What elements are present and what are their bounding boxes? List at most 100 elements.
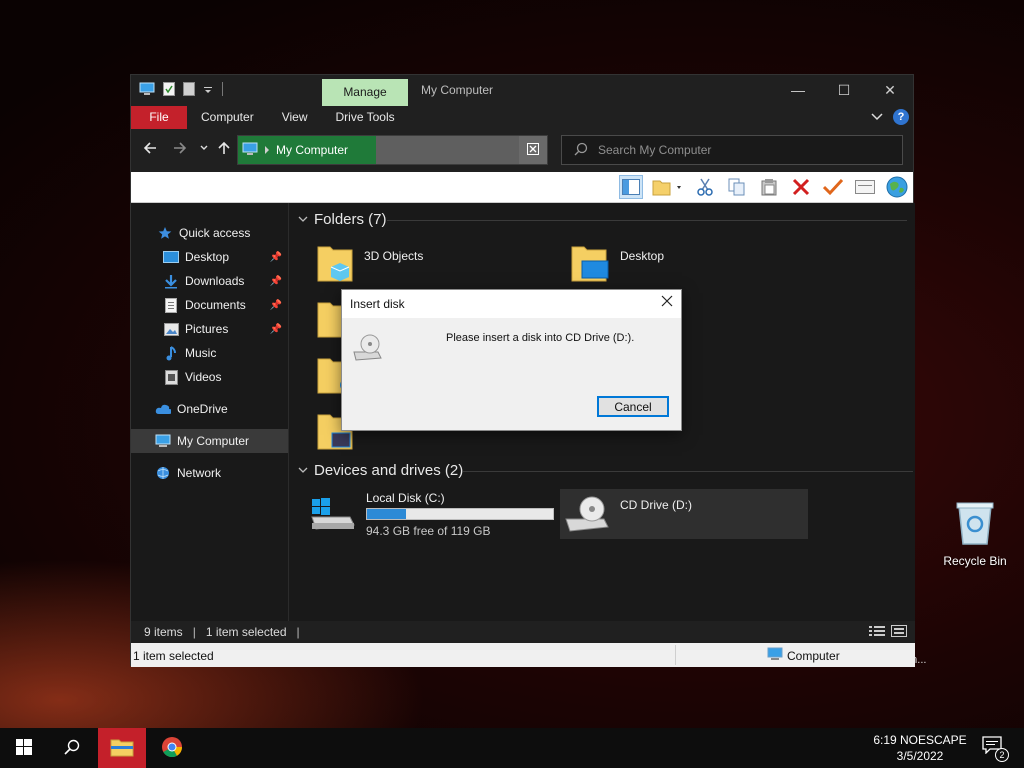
drive-usage-bar xyxy=(366,507,554,520)
toolbar-buttons xyxy=(619,175,909,199)
folders-pane-icon[interactable] xyxy=(619,175,643,199)
sidebar-item-downloads[interactable]: Downloads 📌 xyxy=(131,269,288,293)
folder-desktop[interactable]: Desktop xyxy=(570,241,664,286)
globe-icon[interactable] xyxy=(885,175,909,199)
pin-icon[interactable]: 📌 xyxy=(270,252,282,263)
start-button[interactable] xyxy=(0,728,48,768)
sidebar-item-label: Pictures xyxy=(185,322,229,336)
hard-drive-windows-icon xyxy=(310,495,356,534)
legacy-toolbar xyxy=(131,172,913,203)
drive-local-disk-c[interactable]: Local Disk (C:) 94.3 GB free of 119 GB xyxy=(310,489,554,539)
devices-group-header[interactable]: Devices and drives (2) xyxy=(298,462,914,479)
chevron-down-icon[interactable] xyxy=(298,465,308,476)
pin-icon[interactable]: 📌 xyxy=(270,300,282,311)
separator-icon xyxy=(221,82,225,99)
folders-group-header[interactable]: Folders (7) xyxy=(298,211,907,228)
up-arrow-icon[interactable] xyxy=(217,141,231,159)
recycle-bin-label: Recycle Bin xyxy=(943,554,1007,568)
back-arrow-icon[interactable] xyxy=(143,141,157,159)
help-button[interactable]: ? xyxy=(893,109,909,125)
forward-arrow-icon[interactable] xyxy=(173,141,187,159)
navigation-bar: My Computer xyxy=(131,129,913,172)
taskbar-file-explorer[interactable] xyxy=(98,728,146,768)
chrome-icon xyxy=(161,736,183,761)
maximize-button[interactable]: ☐ xyxy=(821,75,867,106)
drive-name: CD Drive (D:) xyxy=(620,498,692,512)
window-title: My Computer xyxy=(421,83,494,97)
system-clock[interactable]: 6:19 NOESCAPE 3/5/2022 xyxy=(868,732,972,764)
windows-logo-icon xyxy=(16,738,32,758)
copy-icon[interactable] xyxy=(725,175,749,199)
cut-icon[interactable] xyxy=(693,175,717,199)
folder-3d-objects[interactable]: 3D Objects xyxy=(316,241,423,286)
cancel-button[interactable]: Cancel xyxy=(597,396,669,417)
sidebar-item-label: OneDrive xyxy=(177,402,228,416)
ribbon-tabs: File Computer View Drive Tools ? xyxy=(131,106,913,129)
sidebar-item-music[interactable]: Music xyxy=(131,341,288,365)
clear-address-icon[interactable] xyxy=(519,136,547,164)
taskbar-chrome[interactable] xyxy=(148,728,196,768)
search-button[interactable] xyxy=(48,728,96,768)
sidebar-item-onedrive[interactable]: OneDrive xyxy=(131,397,288,421)
ribbon-right-controls: ? xyxy=(871,109,909,125)
tiles-view-icon[interactable] xyxy=(891,625,907,640)
close-button[interactable]: ✕ xyxy=(867,75,913,106)
properties-panel-icon[interactable] xyxy=(853,175,877,199)
recycle-bin-shortcut[interactable]: Recycle Bin xyxy=(940,500,1010,568)
tab-drive-tools[interactable]: Drive Tools xyxy=(321,106,408,129)
delete-icon[interactable] xyxy=(789,175,813,199)
search-input[interactable] xyxy=(598,143,878,157)
details-view-icon[interactable] xyxy=(869,625,885,640)
taskbar: 6:19 NOESCAPE 3/5/2022 2 xyxy=(0,728,1024,768)
pin-icon[interactable]: 📌 xyxy=(270,324,282,335)
drive-cd-d[interactable]: CD Drive (D:) xyxy=(560,489,808,539)
3d-objects-folder-icon xyxy=(316,241,354,286)
cd-drive-icon xyxy=(564,493,610,536)
properties-icon[interactable] xyxy=(163,82,175,99)
search-box[interactable] xyxy=(561,135,903,165)
paste-icon[interactable] xyxy=(757,175,781,199)
dialog-title: Insert disk xyxy=(350,297,405,311)
expand-ribbon-chevron-icon[interactable] xyxy=(871,110,883,124)
drive-usage-fill xyxy=(367,508,407,519)
sidebar-item-pictures[interactable]: Pictures 📌 xyxy=(131,317,288,341)
title-bar[interactable]: Manage My Computer — ☐ ✕ xyxy=(131,75,913,106)
manage-context-tab[interactable]: Manage xyxy=(322,79,408,106)
customize-dropdown-icon[interactable] xyxy=(203,84,213,98)
status-bar: 9 items | 1 item selected | xyxy=(131,621,915,643)
action-center-button[interactable]: 2 xyxy=(982,736,1009,762)
recent-locations-chevron-icon[interactable] xyxy=(199,141,209,159)
new-folder-icon[interactable] xyxy=(183,82,195,99)
sidebar-item-network[interactable]: Network xyxy=(131,461,288,485)
new-folder-dropdown-icon[interactable] xyxy=(651,175,685,199)
insert-disk-dialog: Insert disk Please insert a disk into CD… xyxy=(341,289,682,431)
minimize-button[interactable]: — xyxy=(775,75,821,106)
tab-computer[interactable]: Computer xyxy=(187,106,268,129)
sidebar-item-videos[interactable]: Videos xyxy=(131,365,288,389)
desktop-icon xyxy=(163,249,179,265)
recycle-bin-icon xyxy=(955,500,995,546)
address-bar[interactable]: My Computer xyxy=(237,135,548,165)
computer-icon xyxy=(139,82,155,99)
desktop-folder-icon xyxy=(570,241,610,286)
status-separator: | xyxy=(296,625,300,639)
sidebar-item-quick-access[interactable]: Quick access xyxy=(131,221,288,245)
search-icon xyxy=(64,739,80,758)
clock-date: 3/5/2022 xyxy=(896,749,944,763)
sidebar-item-label: Desktop xyxy=(185,250,230,264)
dialog-title-bar[interactable]: Insert disk xyxy=(342,290,681,318)
sidebar-item-my-computer[interactable]: My Computer xyxy=(131,429,288,453)
dialog-close-icon[interactable] xyxy=(661,294,673,312)
pin-icon[interactable]: 📌 xyxy=(270,276,282,287)
window-controls: — ☐ ✕ xyxy=(775,75,913,106)
tab-file[interactable]: File xyxy=(131,106,187,129)
sidebar-item-desktop[interactable]: Desktop 📌 xyxy=(131,245,288,269)
folder-name: Desktop xyxy=(620,249,665,263)
sidebar-item-documents[interactable]: Documents 📌 xyxy=(131,293,288,317)
view-buttons xyxy=(869,625,907,640)
chevron-down-icon[interactable] xyxy=(298,214,308,225)
checkmark-icon[interactable] xyxy=(821,175,845,199)
breadcrumb-my-computer[interactable]: My Computer xyxy=(276,143,348,157)
tab-view[interactable]: View xyxy=(268,106,322,129)
address-segment[interactable]: My Computer xyxy=(238,136,376,164)
